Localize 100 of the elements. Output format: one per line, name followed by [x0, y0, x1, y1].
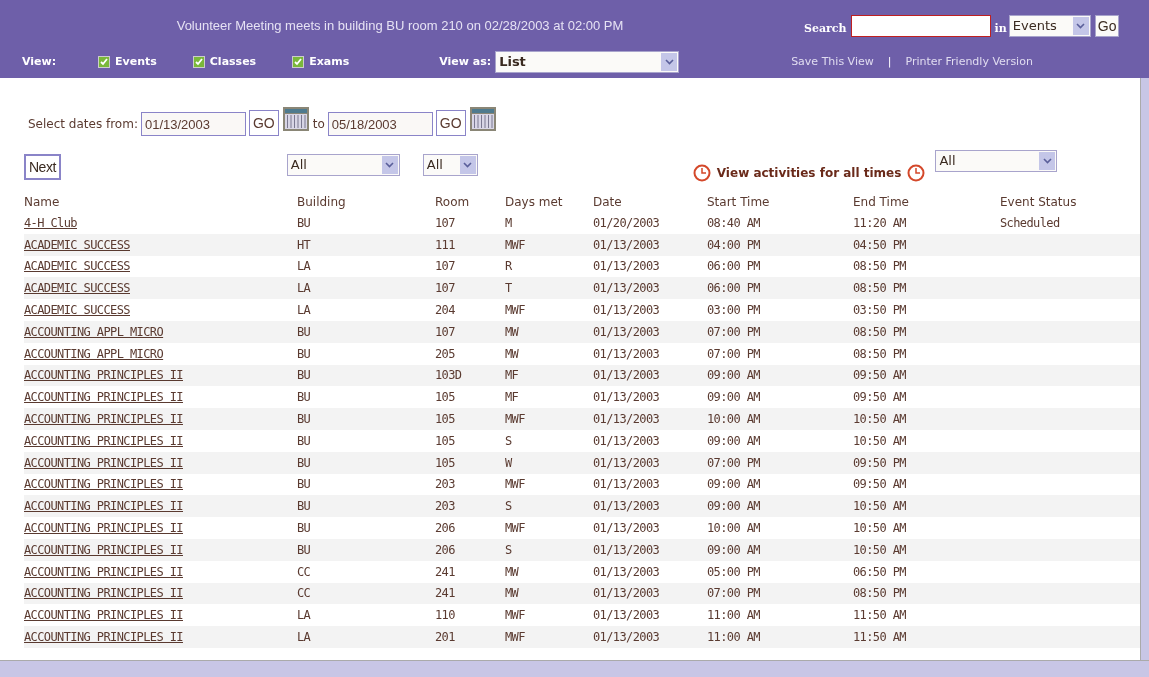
table-cell: 01/13/2003 [593, 259, 660, 274]
clock-icon [907, 164, 926, 182]
table-cell: 204 [435, 303, 455, 318]
activity-link[interactable]: ACCOUNTING PRINCIPLES II [24, 455, 183, 470]
activity-link[interactable]: ACADEMIC SUCCESS [24, 303, 130, 318]
table-cell: 03:00 PM [707, 303, 760, 318]
time-select[interactable]: All [935, 150, 1058, 172]
building-select[interactable]: All [286, 154, 400, 176]
table-cell: 11:50 AM [853, 608, 906, 623]
table-cell: 08:50 PM [853, 586, 906, 601]
save-view-link[interactable]: Save This View [791, 53, 874, 71]
table-cell: 11:20 AM [853, 215, 906, 230]
activity-link[interactable]: ACCOUNTING PRINCIPLES II [24, 586, 183, 601]
activity-link[interactable]: ACADEMIC SUCCESS [24, 237, 130, 252]
filter-label: Events [115, 53, 157, 70]
table-cell: 01/13/2003 [593, 564, 660, 579]
table-cell: W [505, 455, 512, 470]
table-cell: 107 [435, 281, 455, 296]
view-label: View: [22, 53, 58, 70]
scope-select[interactable]: Events [1008, 15, 1091, 37]
activity-link[interactable]: ACCOUNTING APPL MICRO [24, 324, 164, 339]
activity-link[interactable]: ACCOUNTING PRINCIPLES II [24, 433, 183, 448]
view-as-label: View as: [439, 53, 492, 70]
table-cell: 01/13/2003 [593, 586, 660, 601]
table-cell: 01/13/2003 [593, 630, 660, 645]
table-cell: LA [297, 281, 311, 296]
table-cell: BU [297, 346, 311, 361]
table-cell: 07:00 PM [707, 324, 760, 339]
activity-link[interactable]: ACCOUNTING PRINCIPLES II [24, 630, 183, 645]
filter-label: Classes [209, 53, 257, 70]
activity-link[interactable]: ACCOUNTING PRINCIPLES II [24, 368, 183, 383]
horizontal-scrollbar[interactable] [0, 660, 1149, 677]
activity-link[interactable]: ACCOUNTING PRINCIPLES II [24, 412, 183, 427]
table-cell: 01/13/2003 [593, 281, 660, 296]
column-header: Room [435, 195, 470, 209]
table-cell: 11:00 AM [707, 608, 760, 623]
activity-link[interactable]: ACCOUNTING PRINCIPLES II [24, 477, 183, 492]
from-date-field[interactable]: 01/13/2003 [140, 112, 246, 136]
activity-link[interactable]: ACCOUNTING PRINCIPLES II [24, 608, 183, 623]
next-button[interactable]: Next [24, 154, 61, 180]
table-cell: 09:00 AM [707, 433, 760, 448]
table-cell: BU [297, 324, 311, 339]
table-cell: 01/13/2003 [593, 324, 660, 339]
table-cell: 107 [435, 324, 455, 339]
table-cell: 06:50 PM [853, 564, 906, 579]
activity-link[interactable]: ACCOUNTING APPL MICRO [24, 346, 164, 361]
table-cell: 09:50 AM [853, 477, 906, 492]
go-button[interactable]: GO [435, 110, 466, 136]
search-field[interactable] [850, 15, 991, 37]
vertical-scrollbar[interactable] [1140, 78, 1149, 660]
activity-link[interactable]: ACCOUNTING PRINCIPLES II [24, 521, 183, 536]
to-date-field[interactable]: 05/18/2003 [327, 112, 433, 136]
table-cell: CC [297, 586, 311, 601]
activity-link[interactable]: ACCOUNTING PRINCIPLES II [24, 390, 183, 405]
table-cell: 09:00 AM [707, 477, 760, 492]
table-cell: 01/13/2003 [593, 390, 660, 405]
table-cell: LA [297, 608, 311, 623]
all-times-link[interactable]: View activities for all times [716, 164, 902, 182]
activity-link[interactable]: ACCOUNTING PRINCIPLES II [24, 564, 183, 579]
table-cell: 01/13/2003 [593, 455, 660, 470]
table-cell: 03:50 PM [853, 303, 906, 318]
go-button[interactable]: Go [1094, 15, 1120, 37]
activity-link[interactable]: ACCOUNTING PRINCIPLES II [24, 499, 183, 514]
table-cell: MF [505, 390, 519, 405]
column-header: Event Status [1000, 195, 1077, 209]
table-cell: MWF [505, 477, 525, 492]
table-cell: 09:00 AM [707, 499, 760, 514]
table-cell: 09:00 AM [707, 390, 760, 405]
table-cell: S [505, 433, 512, 448]
table-cell: CC [297, 564, 311, 579]
checkbox[interactable] [98, 56, 110, 68]
table-cell: 201 [435, 630, 455, 645]
view-as-select[interactable]: List [495, 51, 680, 73]
room-select[interactable]: All [422, 154, 478, 176]
table-cell: 206 [435, 542, 455, 557]
table-cell: MF [505, 368, 519, 383]
table-cell: 10:00 AM [707, 521, 760, 536]
activity-link[interactable]: ACCOUNTING PRINCIPLES II [24, 542, 183, 557]
activity-link[interactable]: 4-H Club [24, 215, 77, 230]
activity-link[interactable]: ACADEMIC SUCCESS [24, 281, 130, 296]
calendar-icon[interactable] [468, 106, 497, 132]
checkbox[interactable] [292, 56, 305, 68]
calendar-icon[interactable] [281, 106, 310, 132]
table-cell: BU [297, 368, 311, 383]
activity-link[interactable]: ACADEMIC SUCCESS [24, 259, 130, 274]
checkbox[interactable] [192, 56, 205, 68]
column-header: Days met [505, 195, 563, 209]
table-cell: LA [297, 630, 311, 645]
table-cell: BU [297, 542, 311, 557]
table-cell: 103D [435, 368, 462, 383]
table-cell: S [505, 542, 512, 557]
table-cell: 07:00 PM [707, 346, 760, 361]
table-cell: 105 [435, 433, 455, 448]
printer-friendly-link[interactable]: Printer Friendly Version [905, 53, 1033, 71]
table-cell: 05:00 PM [707, 564, 760, 579]
go-button[interactable]: GO [248, 110, 279, 136]
table-cell: T [505, 281, 512, 296]
clock-icon [692, 164, 711, 182]
table-cell: 01/20/2003 [593, 215, 660, 230]
table-cell: 105 [435, 412, 455, 427]
